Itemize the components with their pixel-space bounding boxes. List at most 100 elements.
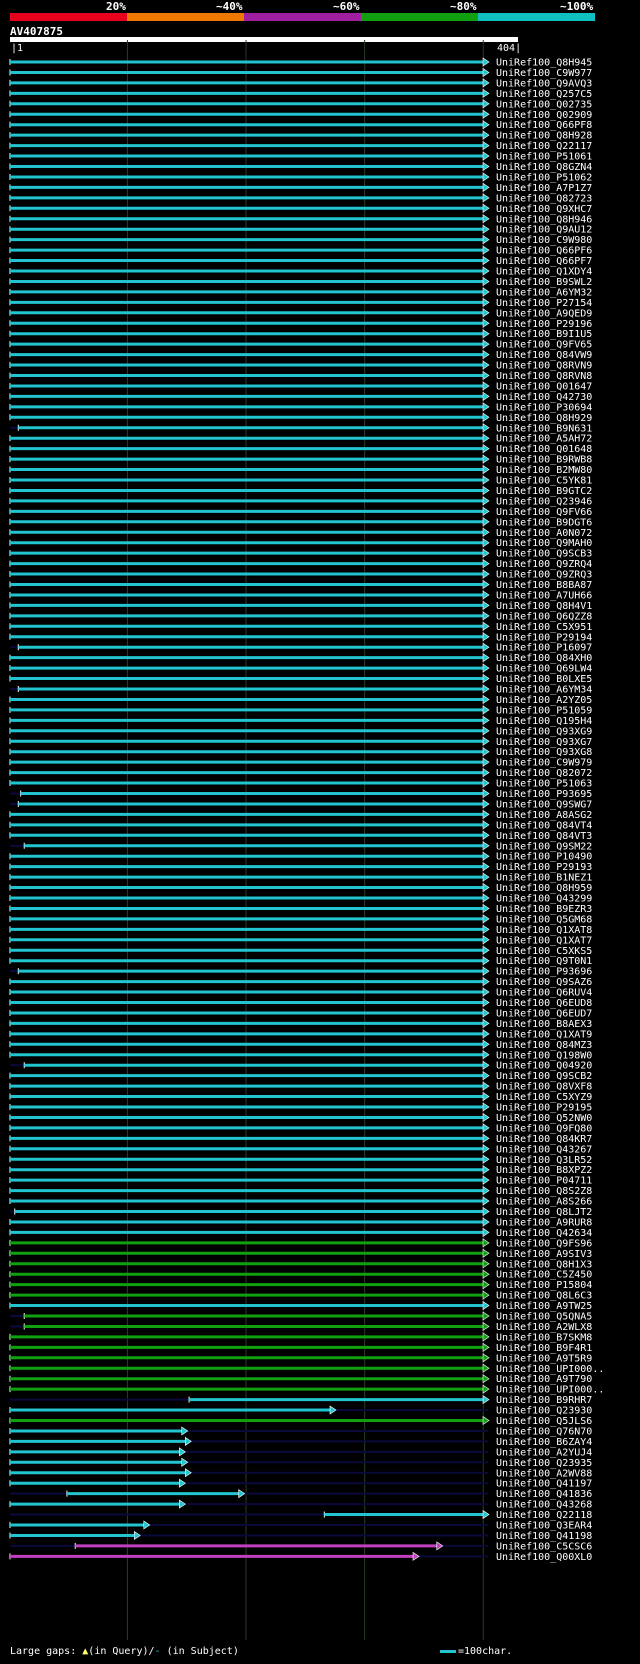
hit-label[interactable]: UniRef100_P51061 (496, 152, 592, 163)
hit-label[interactable]: UniRef100_Q8H946 (496, 214, 592, 225)
hit-label[interactable]: UniRef100_C5X951 (496, 622, 592, 633)
hit-label[interactable]: UniRef100_Q1XDY4 (496, 267, 592, 278)
hit-label[interactable]: UniRef100_A2WLX8 (496, 1322, 592, 1333)
hit-label[interactable]: UniRef100_P29193 (496, 862, 592, 873)
hit-label[interactable]: UniRef100_A9QED9 (496, 308, 592, 319)
hit-label[interactable]: UniRef100_B9GTC2 (496, 486, 592, 497)
hit-label[interactable]: UniRef100_C9W979 (496, 758, 592, 769)
hit-label[interactable]: UniRef100_B1NEZ1 (496, 873, 592, 884)
hit-label[interactable]: UniRef100_Q43268 (496, 1500, 592, 1511)
hit-label[interactable]: UniRef100_A6YM34 (496, 685, 592, 696)
hit-label[interactable]: UniRef100_A0N072 (496, 528, 592, 539)
hit-label[interactable]: UniRef100_B9N631 (496, 423, 592, 434)
hit-label[interactable]: UniRef100_B7SKM8 (496, 1332, 592, 1343)
hit-label[interactable]: UniRef100_Q6QZZ8 (496, 611, 592, 622)
hit-label[interactable]: UniRef100_Q5QNA5 (496, 1312, 592, 1323)
hit-label[interactable]: UniRef100_Q41197 (496, 1479, 592, 1490)
hit-label[interactable]: UniRef100_B9F4R1 (496, 1343, 592, 1354)
hit-label[interactable]: UniRef100_Q198W0 (496, 1050, 592, 1061)
hit-label[interactable]: UniRef100_Q9FV65 (496, 340, 592, 351)
hit-label[interactable]: UniRef100_B9I1U5 (496, 329, 592, 340)
hit-label[interactable]: UniRef100_Q00XL0 (496, 1552, 592, 1563)
hit-label[interactable]: UniRef100_A2YZ05 (496, 695, 592, 706)
hit-label[interactable]: UniRef100_Q8RVN9 (496, 361, 592, 372)
hit-label[interactable]: UniRef100_P51062 (496, 172, 592, 183)
hit-label[interactable]: UniRef100_Q8VXF8 (496, 1082, 592, 1093)
hit-label[interactable]: UniRef100_Q76N70 (496, 1426, 592, 1437)
hit-label[interactable]: UniRef100_Q41198 (496, 1531, 592, 1542)
hit-label[interactable]: UniRef100_Q9ZRQ3 (496, 570, 592, 581)
hit-label[interactable]: UniRef100_A2YUJ4 (496, 1447, 592, 1458)
hit-label[interactable]: UniRef100_B8BA87 (496, 580, 592, 591)
hit-label[interactable]: UniRef100_B0LXE5 (496, 674, 592, 685)
hit-label[interactable]: UniRef100_Q84XH0 (496, 653, 592, 664)
hit-label[interactable]: UniRef100_Q9FS96 (496, 1238, 592, 1249)
hit-label[interactable]: UniRef100_A9T5R9 (496, 1353, 592, 1364)
hit-label[interactable]: UniRef100_A9SIV3 (496, 1249, 592, 1260)
hit-label[interactable]: UniRef100_Q8H928 (496, 131, 592, 142)
hit-label[interactable]: UniRef100_Q84KR7 (496, 1134, 592, 1145)
hit-label[interactable]: UniRef100_A9RUR8 (496, 1217, 592, 1228)
hit-label[interactable]: UniRef100_B9RWB8 (496, 455, 592, 466)
hit-label[interactable]: UniRef100_Q9XHC7 (496, 204, 592, 215)
hit-label[interactable]: UniRef100_B9RHR7 (496, 1395, 592, 1406)
hit-label[interactable]: UniRef100_A5AH72 (496, 434, 592, 445)
hit-label[interactable]: UniRef100_Q02909 (496, 110, 592, 121)
hit-label[interactable]: UniRef100_Q84MZ3 (496, 1040, 592, 1051)
hit-label[interactable]: UniRef100_Q8S2Z8 (496, 1186, 592, 1197)
hit-label[interactable]: UniRef100_Q9MAH0 (496, 538, 592, 549)
hit-label[interactable]: UniRef100_P15804 (496, 1280, 592, 1291)
hit-label[interactable]: UniRef100_B9EZR3 (496, 904, 592, 915)
hit-label[interactable]: UniRef100_UPI000.. (496, 1385, 604, 1396)
hit-label[interactable]: UniRef100_Q9AU12 (496, 225, 592, 236)
hit-label[interactable]: UniRef100_Q84VW9 (496, 350, 592, 361)
hit-label[interactable]: UniRef100_Q43299 (496, 894, 592, 905)
hit-label[interactable]: UniRef100_Q93XG7 (496, 737, 592, 748)
hit-label[interactable]: UniRef100_P93695 (496, 789, 592, 800)
hit-label[interactable]: UniRef100_Q23930 (496, 1406, 592, 1417)
hit-label[interactable]: UniRef100_Q9FQ80 (496, 1123, 592, 1134)
hit-label[interactable]: UniRef100_B2MW80 (496, 465, 592, 476)
hit-label[interactable]: UniRef100_Q23935 (496, 1458, 592, 1469)
hit-label[interactable]: UniRef100_Q93XG9 (496, 726, 592, 737)
hit-label[interactable]: UniRef100_Q8GZN4 (496, 162, 592, 173)
hit-label[interactable]: UniRef100_A7P1Z7 (496, 183, 592, 194)
hit-label[interactable]: UniRef100_Q82072 (496, 768, 592, 779)
hit-label[interactable]: UniRef100_A7UH66 (496, 590, 592, 601)
hit-label[interactable]: UniRef100_B8AEX3 (496, 1019, 592, 1030)
hit-label[interactable]: UniRef100_B8XPZ2 (496, 1165, 592, 1176)
hit-label[interactable]: UniRef100_Q9SM22 (496, 841, 592, 852)
hit-label[interactable]: UniRef100_P30694 (496, 402, 592, 413)
hit-label[interactable]: UniRef100_Q9SCB3 (496, 549, 592, 560)
hit-label[interactable]: UniRef100_Q9AVQ3 (496, 78, 592, 89)
hit-label[interactable]: UniRef100_Q8H4V1 (496, 601, 592, 612)
hit-label[interactable]: UniRef100_Q6EUD7 (496, 1008, 592, 1019)
hit-label[interactable]: UniRef100_C9W980 (496, 235, 592, 246)
hit-label[interactable]: UniRef100_Q6RUV4 (496, 988, 592, 999)
hit-label[interactable]: UniRef100_Q1XAT7 (496, 935, 592, 946)
hit-label[interactable]: UniRef100_P29196 (496, 319, 592, 330)
hit-label[interactable]: UniRef100_Q22117 (496, 141, 592, 152)
hit-label[interactable]: UniRef100_Q69LW4 (496, 664, 592, 675)
hit-label[interactable]: UniRef100_Q04920 (496, 1061, 592, 1072)
hit-label[interactable]: UniRef100_Q02735 (496, 99, 592, 110)
hit-label[interactable]: UniRef100_P93696 (496, 967, 592, 978)
hit-label[interactable]: UniRef100_C5YK81 (496, 476, 592, 487)
hit-label[interactable]: UniRef100_Q66PF8 (496, 120, 592, 131)
hit-label[interactable]: UniRef100_Q66PF6 (496, 246, 592, 257)
hit-label[interactable]: UniRef100_Q195H4 (496, 716, 592, 727)
hit-label[interactable]: UniRef100_A9T790 (496, 1374, 592, 1385)
hit-label[interactable]: UniRef100_Q82723 (496, 193, 592, 204)
hit-label[interactable]: UniRef100_Q84VT3 (496, 831, 592, 842)
hit-label[interactable]: UniRef100_A8S266 (496, 1197, 592, 1208)
hit-label[interactable]: UniRef100_Q9SCB2 (496, 1071, 592, 1082)
hit-label[interactable]: UniRef100_Q8H1X3 (496, 1259, 592, 1270)
hit-label[interactable]: UniRef100_Q23946 (496, 496, 592, 507)
hit-label[interactable]: UniRef100_Q9ZRQ4 (496, 559, 592, 570)
hit-label[interactable]: UniRef100_P27154 (496, 298, 592, 309)
hit-label[interactable]: UniRef100_A9TW25 (496, 1301, 592, 1312)
hit-label[interactable]: UniRef100_C5XYZ9 (496, 1092, 592, 1103)
hit-label[interactable]: UniRef100_Q01647 (496, 381, 592, 392)
hit-label[interactable]: UniRef100_A8ASG2 (496, 810, 592, 821)
hit-label[interactable]: UniRef100_Q8H959 (496, 883, 592, 894)
